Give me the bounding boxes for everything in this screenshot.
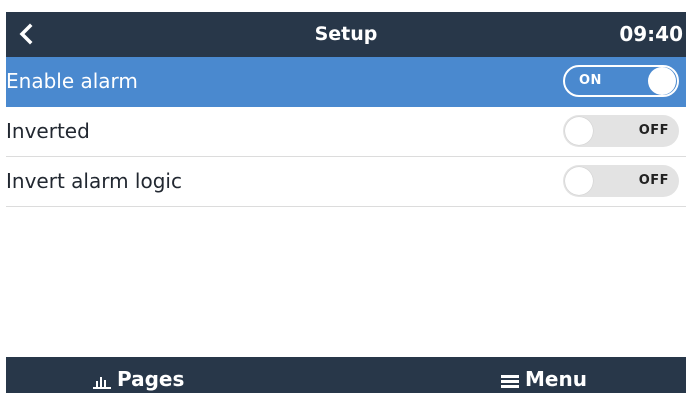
setting-label: Inverted bbox=[6, 119, 90, 143]
pages-label: Pages bbox=[117, 367, 185, 391]
menu-label: Menu bbox=[525, 367, 587, 391]
invert-alarm-logic-toggle[interactable]: OFF bbox=[563, 165, 679, 197]
setting-label: Enable alarm bbox=[6, 69, 138, 93]
bar-chart-icon bbox=[93, 373, 111, 389]
device-screen: Setup 09:40 Enable alarm ON Inverted OFF… bbox=[6, 12, 686, 393]
enable-alarm-toggle[interactable]: ON bbox=[563, 65, 679, 97]
hamburger-icon bbox=[501, 373, 519, 389]
inverted-toggle[interactable]: OFF bbox=[563, 115, 679, 147]
footer-bar: Pages Menu bbox=[6, 357, 686, 393]
toggle-knob bbox=[648, 67, 676, 95]
toggle-state-label: OFF bbox=[638, 123, 669, 138]
toggle-knob bbox=[565, 167, 593, 195]
setting-row-invert-alarm-logic[interactable]: Invert alarm logic OFF bbox=[6, 157, 686, 207]
setting-row-inverted[interactable]: Inverted OFF bbox=[6, 107, 686, 157]
menu-button[interactable]: Menu bbox=[501, 357, 587, 393]
toggle-state-label: OFF bbox=[638, 173, 669, 188]
header-bar: Setup 09:40 bbox=[6, 12, 686, 57]
toggle-state-label: ON bbox=[579, 73, 602, 88]
settings-list: Enable alarm ON Inverted OFF Invert alar… bbox=[6, 57, 686, 207]
clock: 09:40 bbox=[619, 22, 683, 46]
setting-label: Invert alarm logic bbox=[6, 169, 182, 193]
pages-button[interactable]: Pages bbox=[93, 357, 184, 393]
setting-row-enable-alarm[interactable]: Enable alarm ON bbox=[6, 57, 686, 107]
page-title: Setup bbox=[314, 23, 378, 45]
toggle-knob bbox=[565, 117, 593, 145]
